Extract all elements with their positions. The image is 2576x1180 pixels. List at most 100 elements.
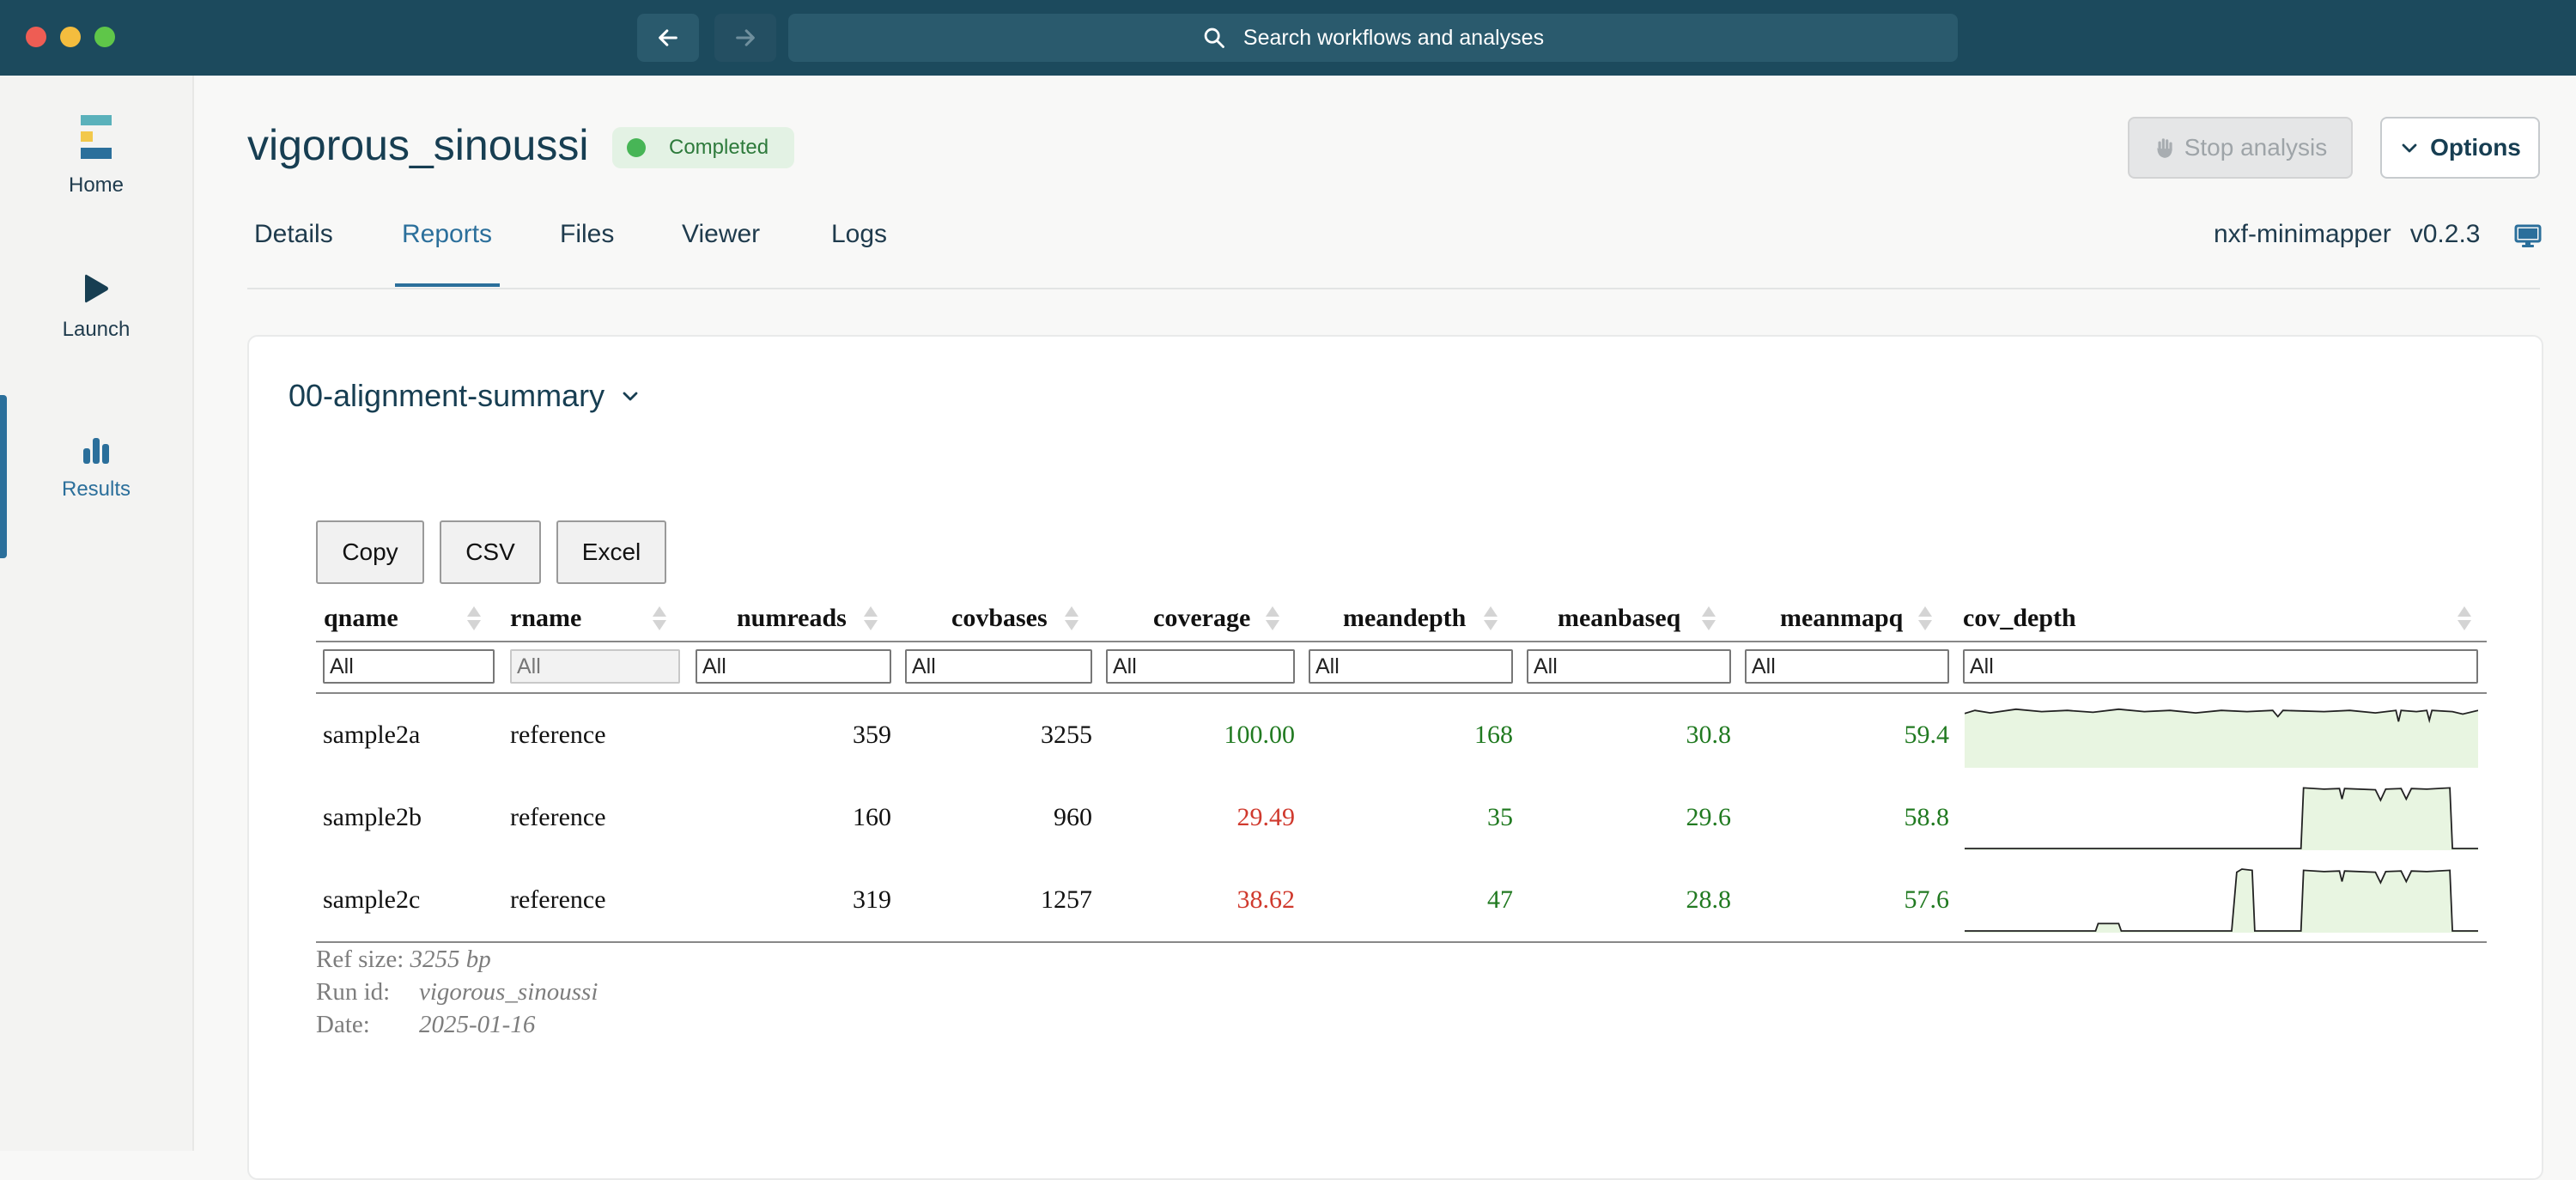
options-button[interactable]: Options xyxy=(2380,117,2540,179)
sort-icon[interactable] xyxy=(1702,605,1716,634)
search-bar[interactable]: Search workflows and analyses xyxy=(788,14,1958,62)
status-dot-icon xyxy=(627,138,646,157)
back-button[interactable] xyxy=(637,14,699,62)
tab-logs[interactable]: Logs xyxy=(831,220,887,249)
sidebar-item-label: Launch xyxy=(62,318,131,341)
column-header-coverage[interactable]: coverage xyxy=(1153,596,1250,641)
cell-coverage: 29.49 xyxy=(1236,803,1296,831)
run-id-line: Run id: vigorous_sinoussi xyxy=(316,976,598,1008)
tab-viewer[interactable]: Viewer xyxy=(682,220,760,249)
cell-meanmapq: 59.4 xyxy=(1904,721,1950,749)
cell-covbases: 3255 xyxy=(1041,721,1092,749)
chevron-down-icon xyxy=(2402,143,2417,153)
close-window-button[interactable] xyxy=(26,27,46,47)
date-label: Date: xyxy=(316,1011,370,1038)
stop-analysis-label: Stop analysis xyxy=(2184,134,2328,161)
sidebar-item-home[interactable]: Home xyxy=(0,113,192,198)
cell-rname: reference xyxy=(510,885,606,914)
tab-reports[interactable]: Reports xyxy=(402,220,492,249)
pipeline-name: nxf-minimapper xyxy=(2214,220,2391,248)
cell-meanmapq: 57.6 xyxy=(1904,885,1950,914)
filter-meanbaseq[interactable]: All xyxy=(1527,649,1731,684)
sort-icon[interactable] xyxy=(1065,605,1078,634)
sidebar-item-label: Results xyxy=(61,477,131,501)
arrow-left-icon xyxy=(659,29,677,46)
sort-icon[interactable] xyxy=(653,605,666,634)
hand-icon xyxy=(2157,138,2172,158)
filter-numreads[interactable]: All xyxy=(696,649,891,684)
column-header-meanbaseq[interactable]: meanbaseq xyxy=(1558,596,1680,641)
chevron-down-icon xyxy=(623,392,638,401)
run-id-value: vigorous_sinoussi xyxy=(419,978,598,1006)
cell-coverage: 38.62 xyxy=(1236,885,1296,914)
cell-rname: reference xyxy=(510,721,606,749)
cell-meanbaseq: 29.6 xyxy=(1686,803,1732,831)
cell-meanbaseq: 28.8 xyxy=(1686,885,1732,914)
sort-icon[interactable] xyxy=(864,605,878,634)
tabs-divider xyxy=(247,288,2540,289)
sort-icon[interactable] xyxy=(1918,605,1932,634)
monitor-icon[interactable] xyxy=(2514,223,2542,249)
status-label: Completed xyxy=(669,136,769,159)
sort-icon[interactable] xyxy=(1266,605,1279,634)
table-bottom-border xyxy=(316,941,2487,943)
sort-icon[interactable] xyxy=(467,605,481,634)
sparkline-fill xyxy=(1965,869,2478,933)
active-tab-underline xyxy=(395,283,500,287)
cell-numreads: 160 xyxy=(853,803,891,831)
window-titlebar: Search workflows and analyses xyxy=(0,0,2576,76)
column-header-meanmapq[interactable]: meanmapq xyxy=(1780,596,1903,641)
cell-numreads: 319 xyxy=(853,885,891,914)
csv-button[interactable]: CSV xyxy=(440,520,541,584)
cell-qname: sample2a xyxy=(323,721,421,749)
cell-meandepth: 168 xyxy=(1474,721,1513,749)
zoom-window-button[interactable] xyxy=(94,27,115,47)
cell-covbases: 1257 xyxy=(1041,885,1092,914)
header-divider xyxy=(316,641,2487,642)
filter-qname[interactable]: All xyxy=(323,649,495,684)
arrow-right-icon xyxy=(736,29,755,46)
filter-meanmapq[interactable]: All xyxy=(1745,649,1949,684)
column-header-rname[interactable]: rname xyxy=(510,596,581,641)
filter-coverage[interactable]: All xyxy=(1106,649,1295,684)
forward-button[interactable] xyxy=(714,14,776,62)
run-id-label: Run id: xyxy=(316,978,391,1006)
sort-icon[interactable] xyxy=(1484,605,1498,634)
page-title: vigorous_sinoussi xyxy=(247,121,589,169)
cell-meandepth: 47 xyxy=(1487,885,1513,914)
excel-button[interactable]: Excel xyxy=(556,520,666,584)
report-selector[interactable]: 00-alignment-summary xyxy=(289,378,641,414)
bar-chart-icon xyxy=(83,438,109,464)
minimize-window-button[interactable] xyxy=(60,27,81,47)
column-header-numreads[interactable]: numreads xyxy=(737,596,847,641)
filter-covbases[interactable]: All xyxy=(905,649,1092,684)
cell-qname: sample2b xyxy=(323,803,422,831)
sort-icon[interactable] xyxy=(2458,605,2471,634)
status-badge: Completed xyxy=(612,127,795,168)
date-value: 2025-01-16 xyxy=(419,1011,536,1038)
column-header-qname[interactable]: qname xyxy=(324,596,398,641)
play-icon xyxy=(85,274,108,303)
cell-covbases: 960 xyxy=(1054,803,1092,831)
sparkline-fill xyxy=(1965,788,2478,850)
stop-analysis-button[interactable]: Stop analysis xyxy=(2128,117,2353,179)
sidebar-item-launch[interactable]: Launch xyxy=(0,271,192,342)
options-label: Options xyxy=(2430,134,2521,161)
coverage-depth-sparkline xyxy=(1965,787,2478,850)
tab-details[interactable]: Details xyxy=(254,220,333,249)
pipeline-info: nxf-minimapper v0.2.3 xyxy=(2214,220,2480,249)
search-icon xyxy=(1204,27,1224,48)
tab-files[interactable]: Files xyxy=(560,220,614,249)
coverage-depth-sparkline xyxy=(1965,708,2478,768)
cell-coverage: 100.00 xyxy=(1224,721,1296,749)
column-header-covbases[interactable]: covbases xyxy=(951,596,1048,641)
logo-icon xyxy=(81,115,112,159)
filter-cov-depth[interactable]: All xyxy=(1963,649,2478,684)
column-header-meandepth[interactable]: meandepth xyxy=(1343,596,1466,641)
filter-meandepth[interactable]: All xyxy=(1309,649,1513,684)
column-header-cov-depth[interactable]: cov_depth xyxy=(1963,596,2076,641)
sidebar: Home Launch Results xyxy=(0,76,194,1151)
copy-button[interactable]: Copy xyxy=(316,520,424,584)
sparkline-fill xyxy=(1965,709,2478,768)
sidebar-item-results[interactable]: Results xyxy=(0,435,192,502)
